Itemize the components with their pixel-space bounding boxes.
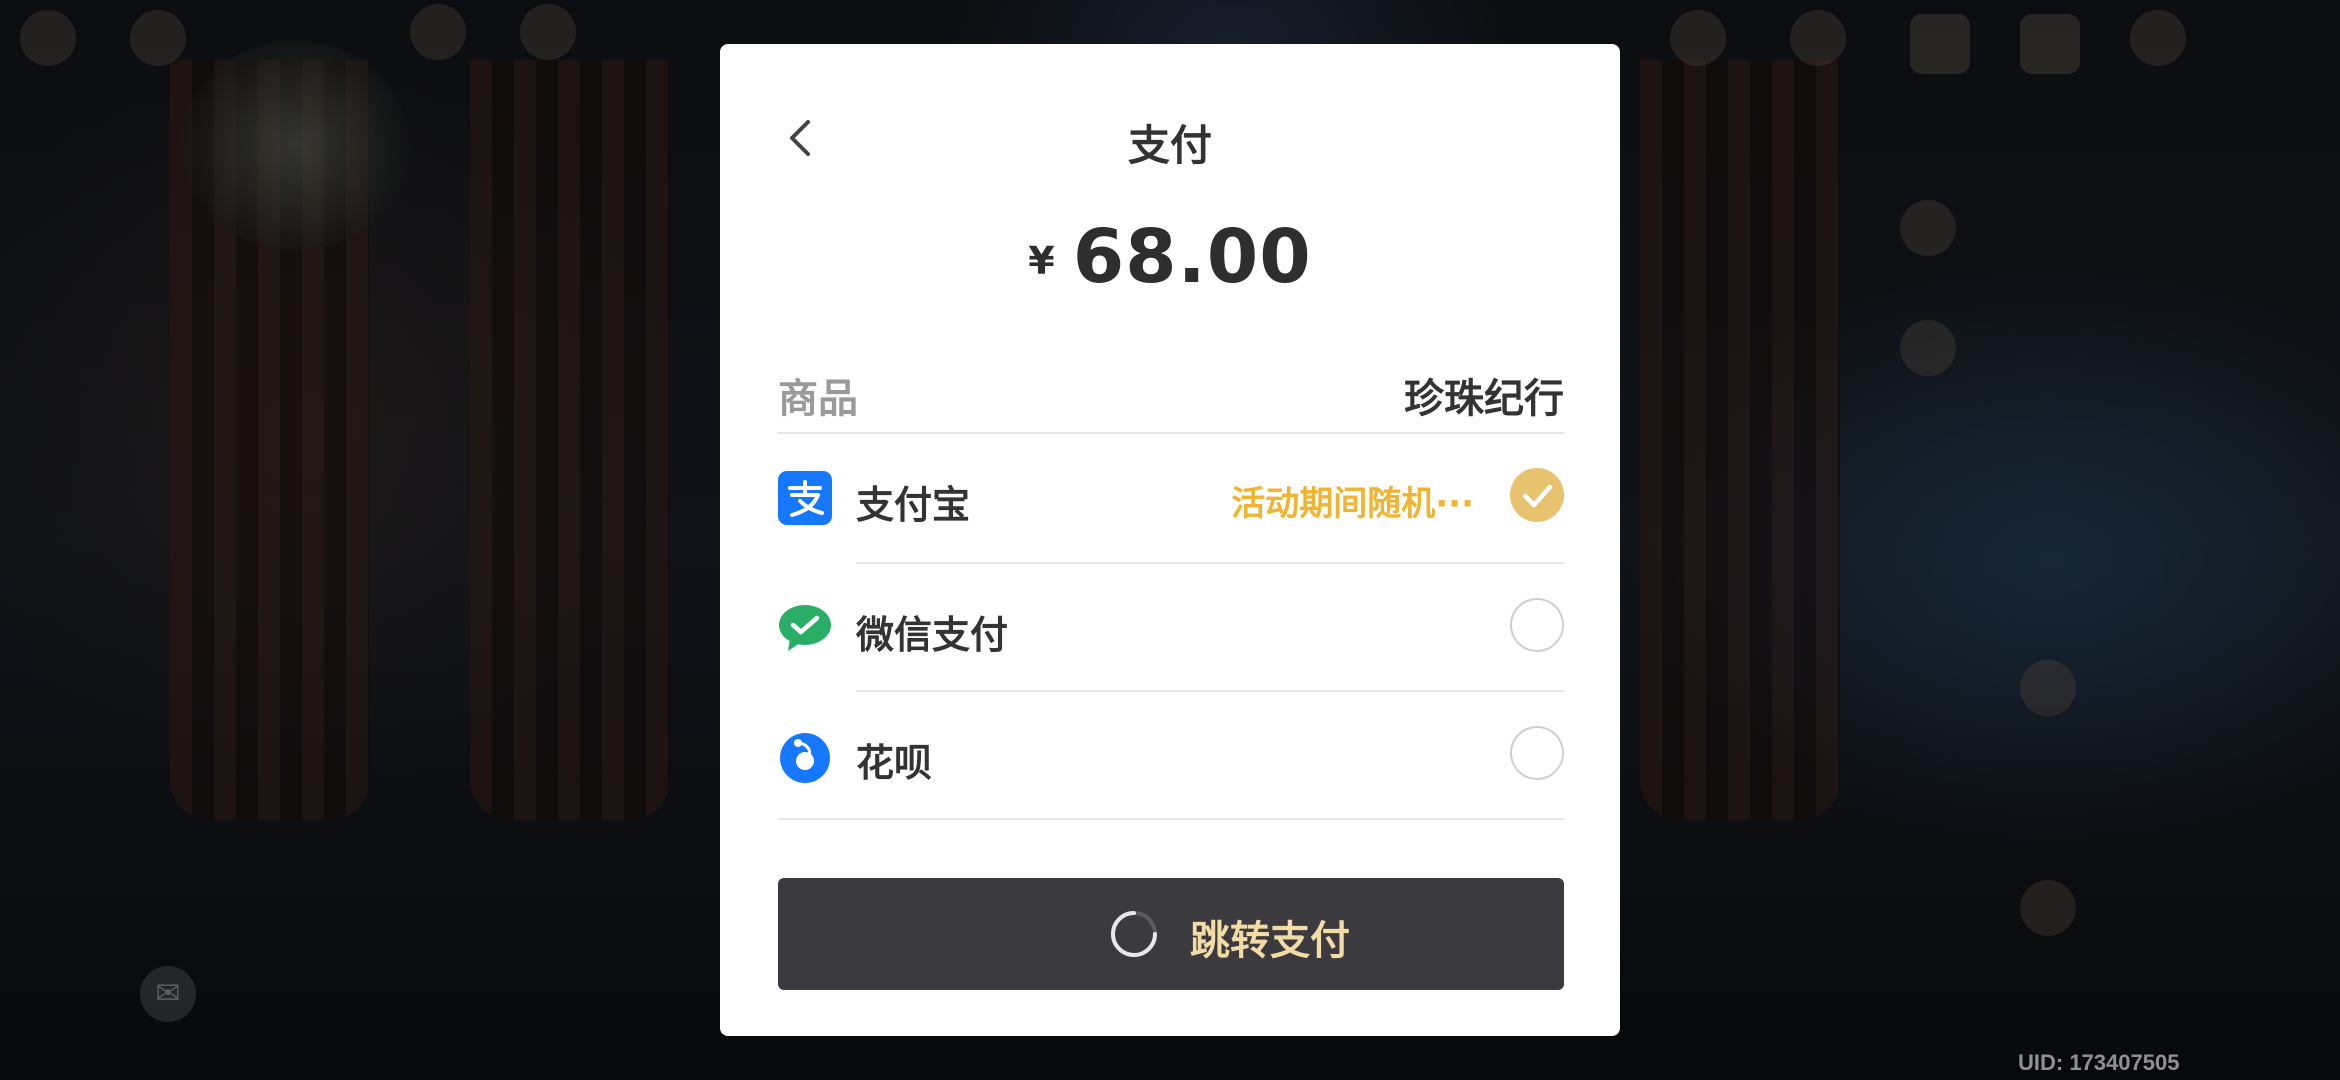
hud-icon[interactable] (2020, 660, 2076, 716)
method-label: 花呗 (856, 741, 933, 785)
hud-icon[interactable] (520, 4, 576, 60)
hud-icon[interactable] (2020, 880, 2076, 936)
payment-method-wechat-pay[interactable]: 微信支付 (778, 564, 1564, 692)
payment-dialog: 支付 ¥68.00 商品 珍珠纪行 支付宝 活动期间随机··· 微信支付 花呗 … (720, 44, 1620, 1036)
pay-button-label: 跳转支付 (1190, 918, 1350, 964)
hud-icon[interactable] (410, 4, 466, 60)
background-curtain-left-2 (470, 60, 670, 820)
product-value: 珍珠纪行 (1404, 376, 1564, 422)
checkmark-icon (1522, 484, 1553, 508)
hud-icon[interactable] (1900, 320, 1956, 376)
currency-symbol: ¥ (1028, 239, 1055, 283)
payment-method-huabei[interactable]: 花呗 (778, 692, 1564, 820)
chat-icon[interactable]: ✉ (140, 966, 196, 1022)
hud-icon[interactable] (2130, 10, 2186, 66)
amount-value: 68.00 (1072, 214, 1312, 300)
product-row: 商品 珍珠纪行 (778, 356, 1564, 426)
hud-icon[interactable] (1900, 200, 1956, 256)
hud-icon[interactable] (1910, 14, 1970, 74)
dialog-title: 支付 (1127, 121, 1212, 170)
alipay-icon (778, 471, 832, 525)
huabei-icon (780, 733, 830, 783)
method-label: 支付宝 (856, 483, 971, 527)
redirect-pay-button[interactable]: 跳转支付 (778, 878, 1564, 990)
payment-method-alipay[interactable]: 支付宝 活动期间随机··· (778, 434, 1564, 562)
method-label: 微信支付 (856, 613, 1009, 657)
loading-spinner-icon (1111, 911, 1157, 957)
uid-label: UID: 173407505 (2018, 1050, 2180, 1075)
hud-icon[interactable] (1790, 10, 1846, 66)
radio-unselected[interactable] (1510, 726, 1564, 780)
amount-display: ¥68.00 (720, 214, 1620, 300)
product-label: 商品 (778, 376, 858, 422)
wechat-pay-icon (779, 605, 831, 651)
radio-selected[interactable] (1510, 468, 1564, 522)
background-curtain-right (1640, 60, 1840, 820)
minimap[interactable] (180, 40, 410, 250)
hud-icon[interactable] (20, 10, 76, 66)
hud-icon[interactable] (1670, 10, 1726, 66)
hud-icon[interactable] (2020, 14, 2080, 74)
hud-icon[interactable] (130, 10, 186, 66)
radio-unselected[interactable] (1510, 598, 1564, 652)
promo-text: 活动期间随机··· (1231, 484, 1474, 524)
divider (778, 818, 1564, 820)
